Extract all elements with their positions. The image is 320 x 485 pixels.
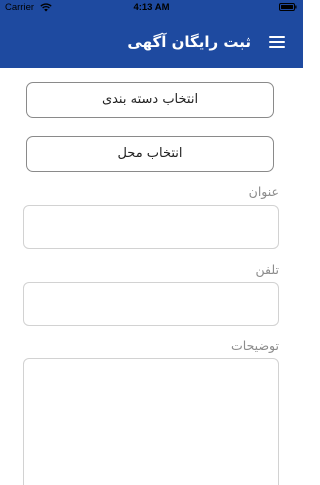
phone-label: تلفن — [255, 262, 279, 277]
phone-input[interactable] — [23, 282, 279, 326]
screen: Carrier 4:13 AM ثبت رایگان آگهی انتخاب د… — [0, 0, 303, 485]
hamburger-menu-icon[interactable] — [269, 36, 285, 49]
title-input[interactable] — [23, 205, 279, 249]
battery-icon — [279, 3, 297, 11]
description-textarea[interactable] — [23, 358, 279, 485]
description-label: توضیحات — [231, 338, 279, 353]
page-title: ثبت رایگان آگهی — [127, 33, 251, 51]
status-time: 4:13 AM — [133, 2, 170, 13]
select-category-button[interactable]: انتخاب دسته بندی — [26, 82, 274, 118]
nav-bar: ثبت رایگان آگهی — [0, 16, 303, 68]
title-label: عنوان — [248, 184, 279, 199]
status-bar: Carrier 4:13 AM — [0, 0, 303, 16]
select-location-button[interactable]: انتخاب محل — [26, 136, 274, 172]
